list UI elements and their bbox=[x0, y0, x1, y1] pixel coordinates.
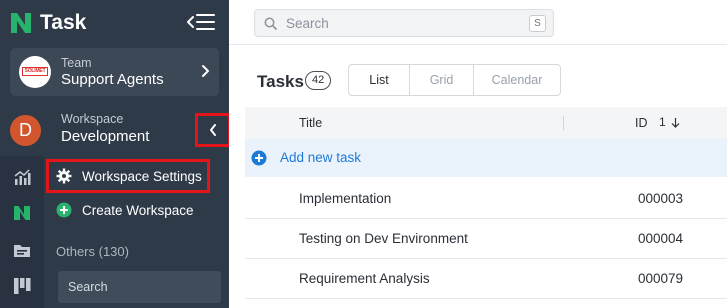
team-avatar: SOLIMET bbox=[19, 56, 51, 88]
task-id: 000004 bbox=[638, 231, 684, 246]
table-row[interactable]: Testing on Dev Environment 000004 bbox=[245, 219, 727, 259]
column-id[interactable]: ID bbox=[635, 116, 648, 130]
workspace-name: Development bbox=[61, 128, 150, 145]
page-title: Tasks bbox=[257, 72, 304, 91]
workspace-switcher[interactable]: D Workspace Development bbox=[10, 106, 192, 154]
search-icon bbox=[264, 17, 277, 30]
others-label: Others (130) bbox=[56, 244, 129, 259]
task-id: 000003 bbox=[638, 191, 684, 206]
table-row[interactable]: Requirement Analysis 000079 bbox=[245, 259, 727, 299]
collapse-sidebar-icon[interactable] bbox=[186, 11, 216, 33]
workspace-settings-item[interactable]: Workspace Settings bbox=[46, 159, 210, 193]
workspace-settings-label: Workspace Settings bbox=[82, 168, 202, 184]
workspace-menu-toggle-button[interactable] bbox=[195, 113, 231, 147]
chevron-right-icon bbox=[202, 65, 209, 77]
plus-circle-icon bbox=[56, 202, 72, 218]
main-content: Search S Tasks 42 List Grid Calendar Tit… bbox=[229, 0, 727, 308]
view-switcher: List Grid Calendar bbox=[348, 64, 561, 96]
tab-grid[interactable]: Grid bbox=[409, 65, 473, 95]
plus-circle-icon bbox=[251, 150, 267, 166]
task-title: Requirement Analysis bbox=[299, 271, 430, 286]
team-switcher[interactable]: SOLIMET Team Support Agents bbox=[10, 48, 219, 96]
task-title: Implementation bbox=[299, 191, 392, 206]
team-label: Team bbox=[61, 56, 92, 70]
add-new-task-label: Add new task bbox=[280, 150, 362, 165]
create-workspace-item[interactable]: Create Workspace bbox=[46, 193, 227, 227]
sort-order-badge[interactable]: 1 bbox=[659, 115, 666, 129]
create-workspace-label: Create Workspace bbox=[82, 202, 194, 218]
brand[interactable]: Task bbox=[8, 10, 86, 36]
search-shortcut-badge: S bbox=[529, 15, 546, 32]
chart-icon[interactable] bbox=[12, 168, 32, 188]
task-title: Testing on Dev Environment bbox=[299, 231, 468, 246]
task-id: 000079 bbox=[638, 271, 684, 286]
gear-icon bbox=[56, 168, 72, 184]
top-bar: Search S bbox=[229, 0, 727, 45]
add-new-task-button[interactable]: Add new task bbox=[245, 139, 727, 177]
tab-list[interactable]: List bbox=[349, 65, 409, 95]
workspace-label: Workspace bbox=[61, 112, 124, 126]
board-icon[interactable] bbox=[12, 276, 32, 296]
app-name: Task bbox=[40, 11, 87, 34]
team-name: Support Agents bbox=[61, 71, 164, 88]
sort-down-arrow-icon[interactable] bbox=[671, 117, 680, 128]
global-search-input[interactable]: Search S bbox=[254, 9, 554, 37]
sidebar: Task SOLIMET Team Support Agents D Works… bbox=[0, 0, 231, 308]
brand-logo-icon bbox=[11, 13, 31, 33]
workspace-search-input[interactable]: Search bbox=[58, 271, 221, 303]
tab-calendar[interactable]: Calendar bbox=[473, 65, 560, 95]
task-count-badge: 42 bbox=[305, 71, 332, 90]
brand-icon[interactable] bbox=[12, 203, 32, 223]
table-header: Title ID 1 bbox=[245, 107, 727, 139]
workspace-avatar: D bbox=[10, 115, 41, 146]
column-divider[interactable] bbox=[563, 116, 564, 130]
team-logo-text: SOLIMET bbox=[22, 67, 48, 76]
search-placeholder: Search bbox=[286, 16, 329, 31]
icon-rail bbox=[0, 156, 44, 308]
column-title[interactable]: Title bbox=[299, 116, 322, 130]
table-row[interactable]: Implementation 000003 bbox=[245, 179, 727, 219]
workspace-menu: Workspace Settings Create Workspace Othe… bbox=[44, 156, 229, 308]
chevron-left-icon bbox=[210, 124, 216, 136]
folder-icon[interactable] bbox=[12, 240, 32, 260]
